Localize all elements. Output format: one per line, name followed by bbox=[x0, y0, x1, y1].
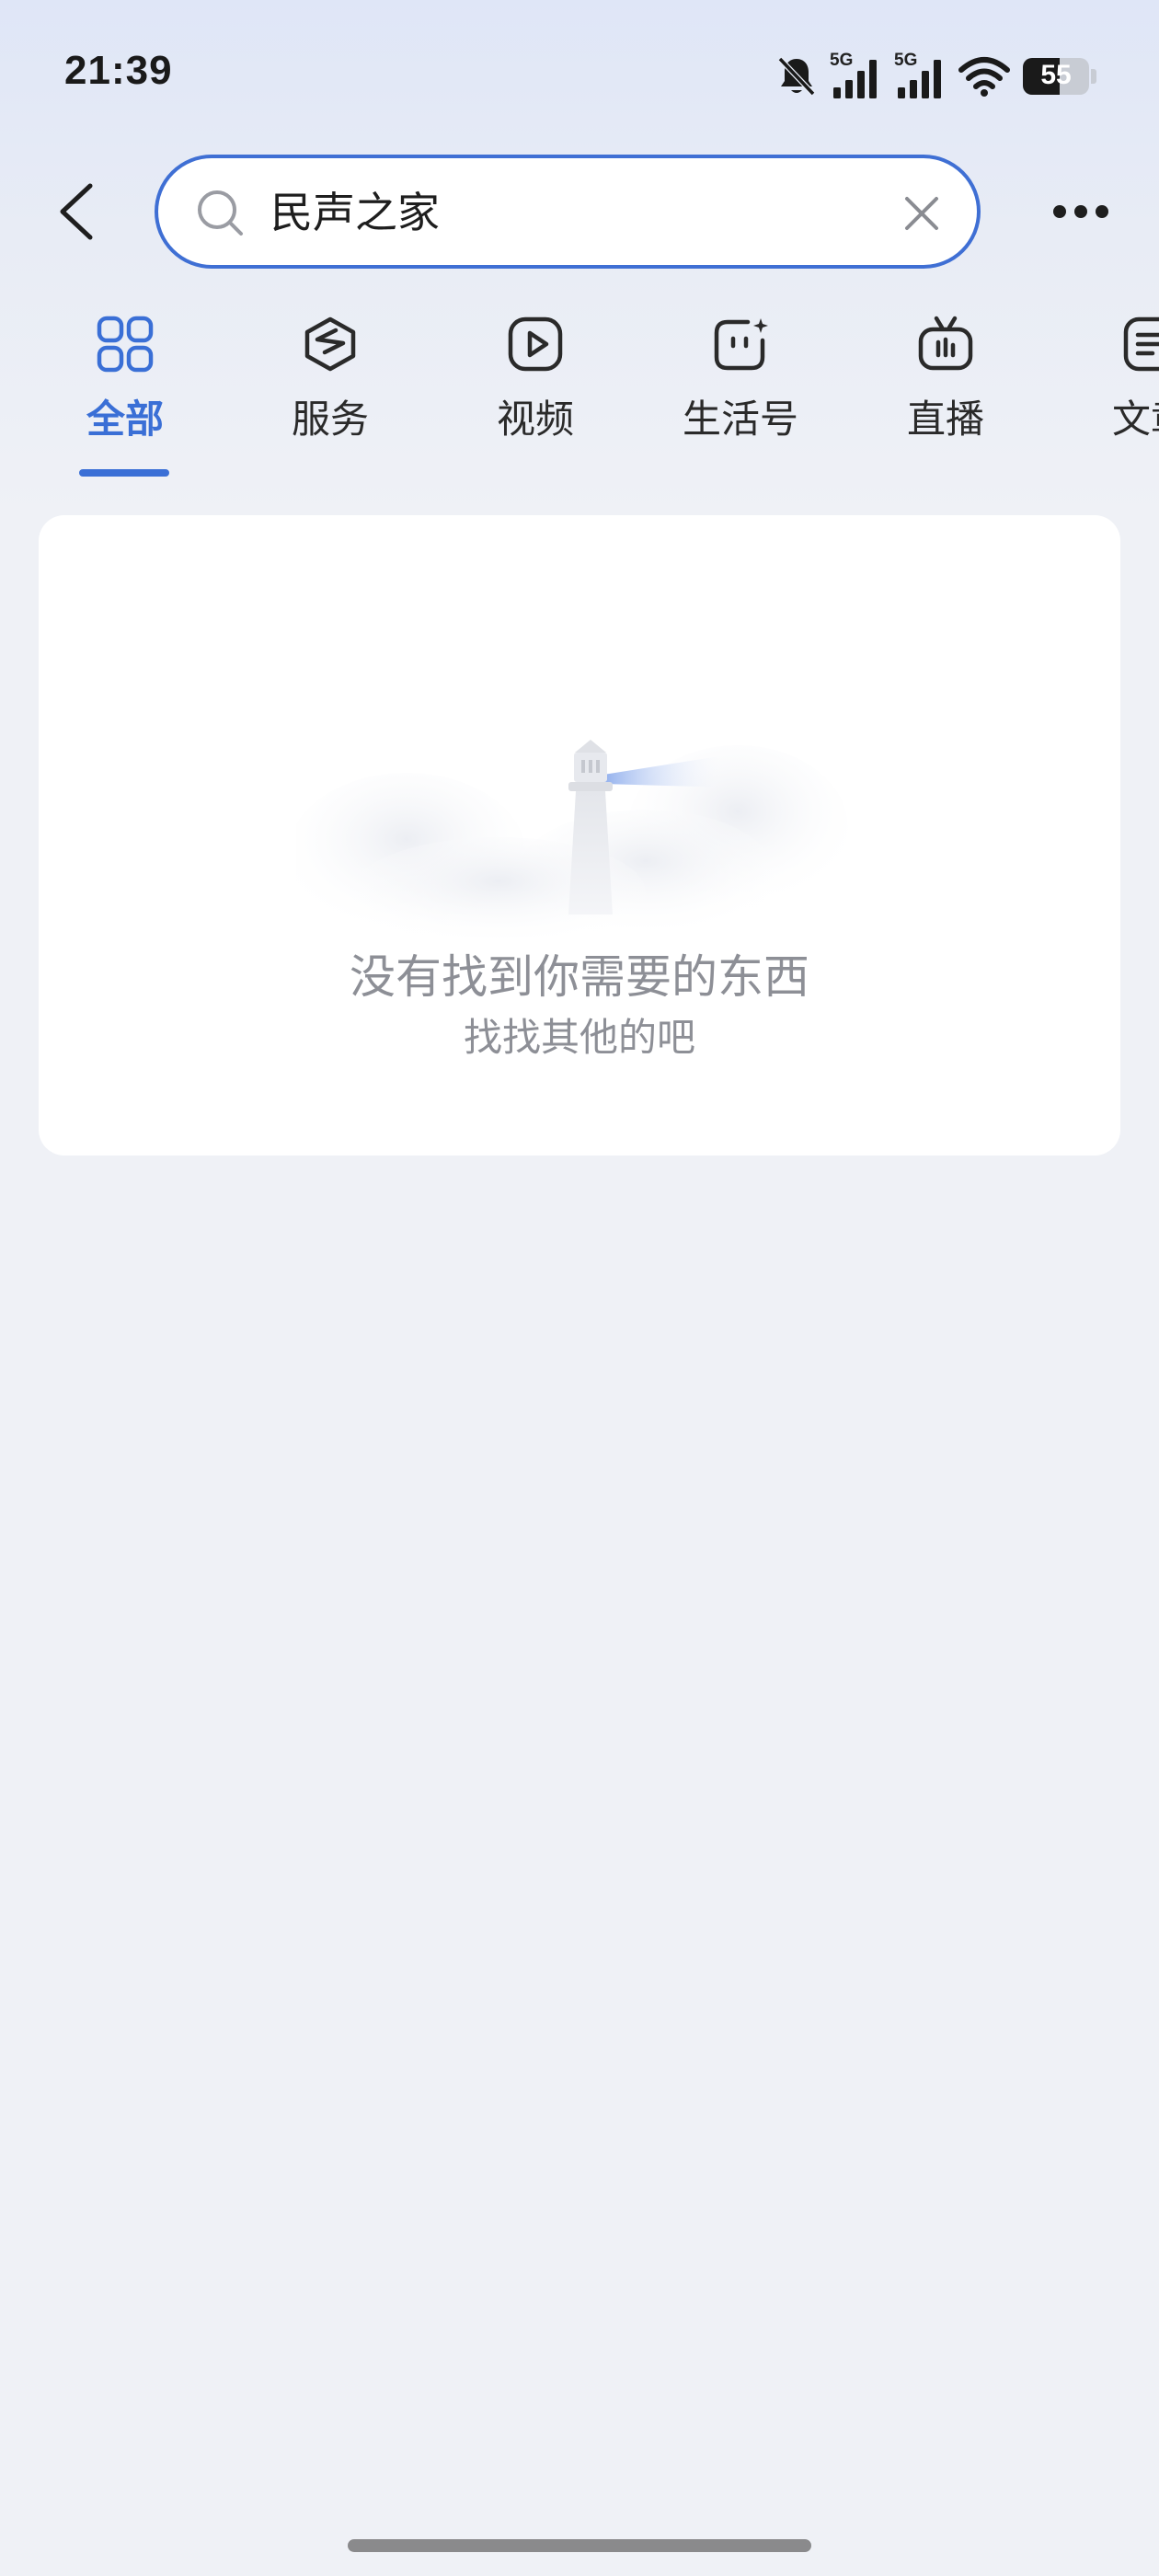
lighthouse-illustration bbox=[296, 740, 848, 938]
tab-label: 文章 bbox=[1111, 397, 1159, 442]
battery-tip bbox=[1091, 69, 1096, 84]
battery-icon: 55 bbox=[1023, 58, 1089, 95]
home-indicator[interactable] bbox=[348, 2539, 811, 2552]
tab-label: 视频 bbox=[496, 397, 574, 442]
search-bar[interactable]: 民声之家 bbox=[155, 155, 981, 269]
tab-services[interactable]: 服务 bbox=[238, 304, 422, 478]
tab-all[interactable]: 全部 bbox=[33, 304, 217, 478]
grid-icon bbox=[97, 316, 154, 373]
life-account-icon bbox=[714, 318, 768, 371]
tab-label: 生活号 bbox=[682, 397, 798, 442]
battery-level: 55 bbox=[1040, 60, 1072, 90]
category-tabs: 全部 服务 视频 生活号 直播 文 bbox=[0, 304, 1159, 488]
signal-5g-icon: 5G bbox=[830, 51, 881, 98]
tv-live-icon bbox=[918, 316, 973, 371]
empty-state-subtitle: 找找其他的吧 bbox=[463, 1015, 695, 1060]
clear-search-icon[interactable] bbox=[900, 191, 944, 236]
back-arrow-icon bbox=[60, 183, 93, 240]
service-cube-icon bbox=[304, 316, 356, 372]
play-icon bbox=[508, 316, 563, 372]
tab-label: 全部 bbox=[86, 397, 164, 442]
tab-live[interactable]: 直播 bbox=[854, 304, 1038, 478]
search-icon bbox=[198, 190, 243, 236]
wifi-icon bbox=[958, 57, 1010, 97]
empty-state-title: 没有找到你需要的东西 bbox=[350, 950, 809, 1004]
more-options-button[interactable] bbox=[1049, 184, 1113, 239]
signal-5g-icon: 5G bbox=[894, 51, 946, 98]
more-dots-icon bbox=[1053, 205, 1108, 218]
tab-life-account[interactable]: 生活号 bbox=[648, 304, 832, 478]
back-button[interactable] bbox=[48, 175, 112, 248]
status-bar: 21:39 5G 5G 55 bbox=[0, 0, 1159, 156]
status-time: 21:39 bbox=[64, 48, 173, 93]
article-icon bbox=[1123, 316, 1159, 372]
tab-label: 直播 bbox=[906, 397, 984, 442]
tab-articles[interactable]: 文章 bbox=[1059, 304, 1159, 478]
search-input[interactable]: 民声之家 bbox=[270, 182, 440, 243]
bell-muted-icon bbox=[777, 56, 816, 97]
tab-label: 服务 bbox=[291, 397, 369, 442]
tab-video[interactable]: 视频 bbox=[443, 304, 627, 478]
active-tab-indicator bbox=[79, 469, 169, 477]
status-icons: 5G 5G 55 bbox=[776, 51, 1096, 99]
empty-state-card: 没有找到你需要的东西 找找其他的吧 bbox=[39, 515, 1120, 1156]
